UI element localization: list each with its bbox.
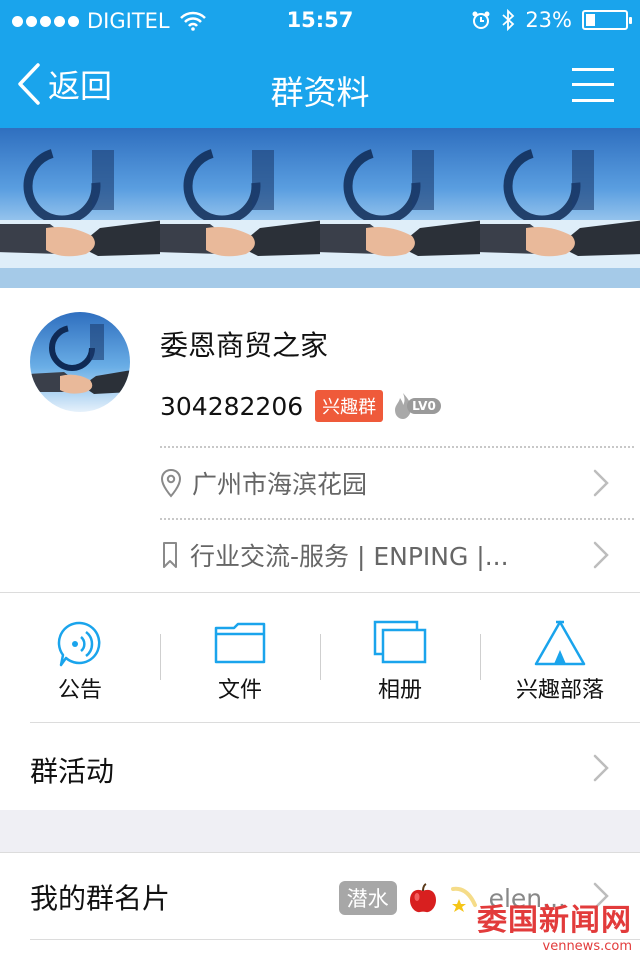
group-type-badge: 兴趣群 bbox=[315, 390, 384, 422]
divider bbox=[480, 634, 481, 680]
interest-tribe-button[interactable]: 兴趣部落 bbox=[480, 594, 640, 722]
chevron-right-icon bbox=[593, 469, 609, 497]
divider bbox=[0, 592, 640, 593]
watermark: 委国新闻网 vennews.com bbox=[477, 895, 632, 954]
action-label: 公告 bbox=[57, 678, 102, 703]
hamburger-menu-icon[interactable] bbox=[572, 68, 614, 102]
location-text: 广州市海滨花园 bbox=[192, 470, 368, 499]
announcement-button[interactable]: 公告 bbox=[0, 594, 160, 722]
cover-image bbox=[320, 128, 480, 288]
action-label: 兴趣部落 bbox=[515, 678, 604, 703]
location-row[interactable]: 广州市海滨花园 bbox=[160, 448, 640, 518]
album-button[interactable]: 相册 bbox=[320, 594, 480, 722]
location-pin-icon bbox=[160, 468, 182, 498]
page-title: 群资料 bbox=[270, 73, 370, 112]
member-role-badge: 潜水 bbox=[338, 881, 397, 915]
action-label: 相册 bbox=[377, 678, 422, 703]
group-id: 304282206 bbox=[160, 391, 304, 421]
row-title: 我的群名片 bbox=[30, 882, 171, 915]
cover-image bbox=[0, 128, 160, 288]
nav-bar: 返回 群资料 bbox=[0, 40, 640, 128]
shooting-star-emoji-icon bbox=[450, 886, 477, 912]
action-label: 文件 bbox=[217, 678, 262, 703]
category-text: 行业交流-服务 | ENPING |... bbox=[190, 542, 509, 571]
group-activities-row[interactable]: 群活动 bbox=[0, 724, 640, 810]
category-row[interactable]: 行业交流-服务 | ENPING |... bbox=[160, 520, 640, 590]
chevron-right-icon bbox=[593, 754, 609, 782]
group-profile: 委恩商贸之家 304282206 兴趣群 LV0 广州市海滨花园 行业交流-服务… bbox=[0, 288, 640, 592]
files-button[interactable]: 文件 bbox=[160, 594, 320, 722]
watermark-en: vennews.com bbox=[542, 939, 632, 954]
battery-icon bbox=[582, 10, 632, 30]
watermark-cn: 委国新闻网 bbox=[477, 903, 632, 938]
alarm-clock-icon bbox=[472, 11, 490, 29]
group-actions: 公告 文件 相册 兴趣部落 bbox=[0, 594, 640, 722]
divider bbox=[30, 722, 640, 723]
group-avatar[interactable] bbox=[30, 312, 130, 412]
battery-level bbox=[586, 14, 595, 26]
chevron-right-icon bbox=[593, 541, 609, 569]
group-level-badge: LV0 bbox=[393, 392, 441, 420]
battery-percent: 23% bbox=[525, 8, 572, 32]
cover-image bbox=[160, 128, 320, 288]
group-level: LV0 bbox=[407, 398, 441, 414]
album-icon bbox=[373, 620, 427, 664]
row-title: 群活动 bbox=[30, 755, 115, 788]
header: DIGITEL 15:57 23% 返回 群资料 bbox=[0, 0, 640, 128]
folder-icon bbox=[214, 622, 266, 664]
apple-emoji-icon bbox=[409, 883, 436, 913]
announcement-icon bbox=[57, 621, 101, 667]
bluetooth-icon bbox=[502, 9, 515, 31]
status-bar: DIGITEL 15:57 23% bbox=[0, 0, 640, 40]
divider bbox=[320, 634, 321, 680]
group-name: 委恩商贸之家 bbox=[160, 329, 329, 362]
group-cover-banner bbox=[0, 128, 640, 288]
bookmark-icon bbox=[163, 542, 177, 568]
tent-icon bbox=[534, 620, 586, 666]
cover-image bbox=[480, 128, 640, 288]
section-gap bbox=[0, 810, 640, 852]
divider bbox=[160, 634, 161, 680]
group-id-row: 304282206 兴趣群 LV0 bbox=[160, 390, 441, 422]
